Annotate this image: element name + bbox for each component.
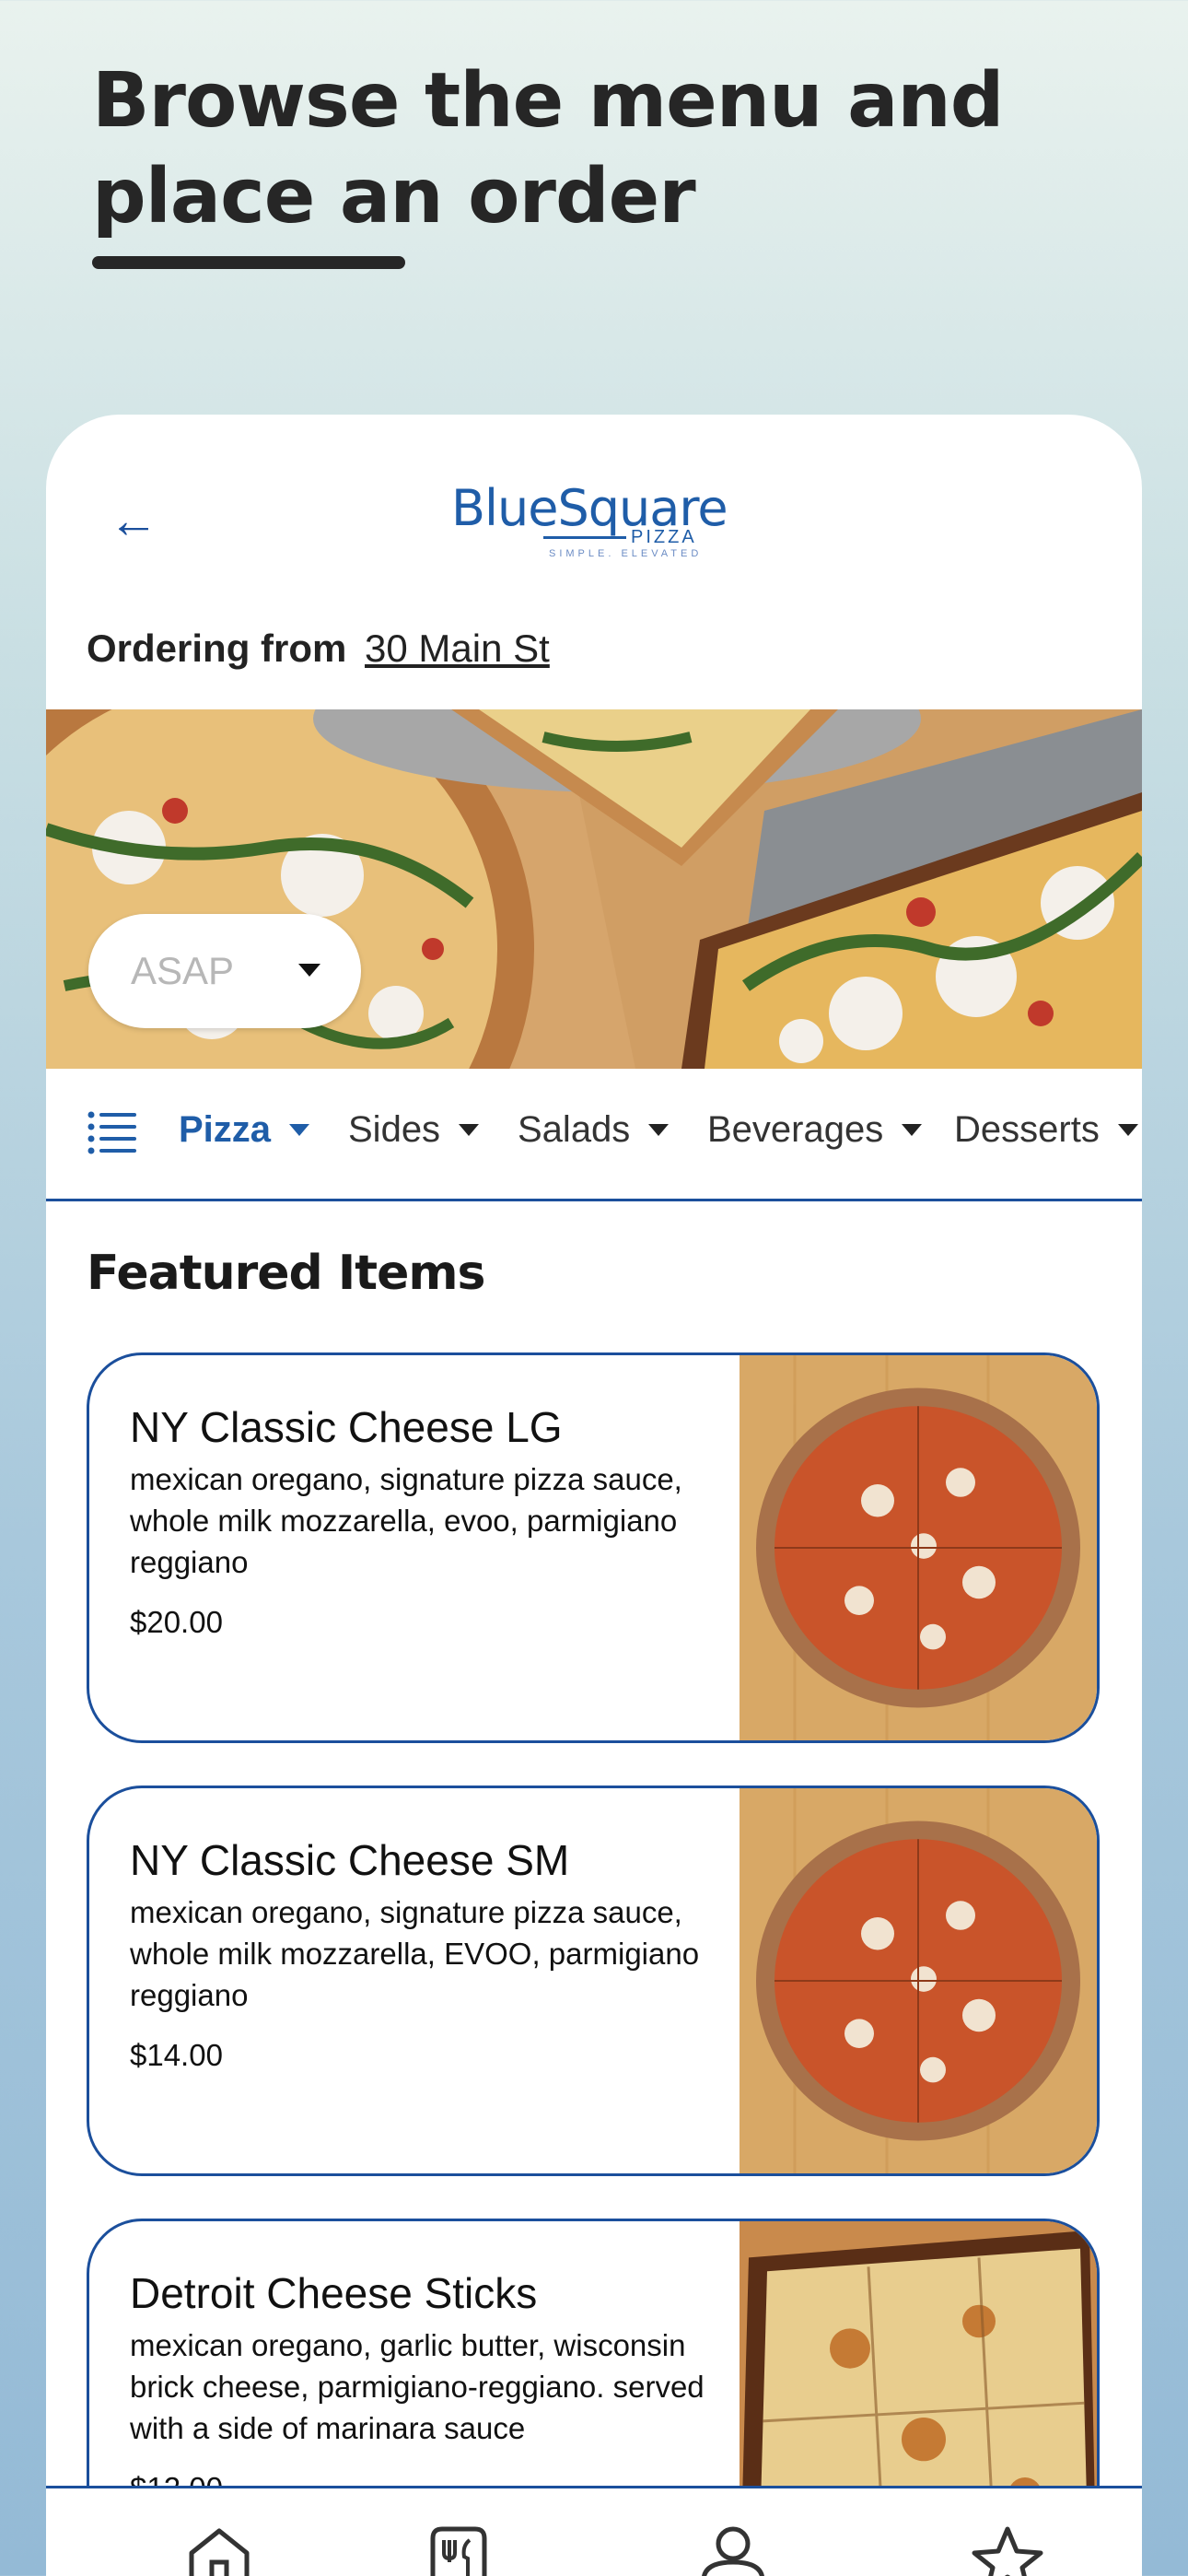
menu-item-photo [740, 1788, 1097, 2173]
bottom-tab-bar [46, 2486, 1142, 2576]
caret-down-icon [902, 1124, 923, 1136]
menu-item-description: mexican oregano, signature pizza sauce, … [130, 1895, 700, 2012]
home-icon[interactable] [182, 2525, 256, 2576]
menu-item-description: mexican oregano, signature pizza sauce, … [130, 1462, 682, 1579]
menu-item-card[interactable]: NY Classic Cheese SM mexican oregano, si… [87, 1786, 1100, 2176]
logo-line [543, 536, 626, 539]
menu-item-name: Detroit Cheese Sticks [130, 2269, 538, 2317]
menu-item-card[interactable]: NY Classic Cheese LG mexican oregano, si… [87, 1352, 1100, 1743]
menu-item-name: NY Classic Cheese SM [130, 1836, 570, 1884]
caret-down-icon [459, 1124, 480, 1136]
menu-item-photo [740, 1355, 1097, 1740]
caret-down-icon [648, 1124, 670, 1136]
category-tab-desserts[interactable]: Desserts [954, 1109, 1138, 1151]
account-icon[interactable] [696, 2525, 770, 2576]
time-select-value: ASAP [131, 949, 235, 992]
featured-title: Featured Items [87, 1246, 485, 1301]
category-tab-sides[interactable]: Sides [348, 1109, 480, 1151]
category-label: Salads [518, 1109, 631, 1150]
ordering-from: Ordering from 30 Main St [87, 626, 550, 671]
back-button[interactable]: ← [101, 488, 166, 553]
category-label: Desserts [954, 1109, 1100, 1150]
category-tab-beverages[interactable]: Beverages [707, 1109, 923, 1151]
category-bar: Pizza Sides Salads Beverages Desserts [46, 1069, 1142, 1201]
caret-down-icon [289, 1124, 310, 1136]
logo-sub: PIZZA [631, 527, 697, 547]
hero-image: ASAP [46, 709, 1142, 1069]
menu-item-price: $14.00 [130, 2038, 223, 2072]
category-label: Sides [348, 1109, 441, 1150]
menu-item-info: NY Classic Cheese LG mexican oregano, si… [130, 1401, 719, 1640]
category-label: Beverages [707, 1109, 884, 1150]
ordering-label: Ordering from [87, 626, 347, 670]
menu-icon[interactable] [422, 2525, 495, 2576]
category-tab-salads[interactable]: Salads [518, 1109, 670, 1151]
brand-logo: BlueSquare PIZZA SIMPLE. ELEVATED [451, 479, 764, 562]
caret-down-icon [1117, 1124, 1138, 1136]
location-link[interactable]: 30 Main St [365, 626, 550, 670]
menu-item-name: NY Classic Cheese LG [130, 1403, 563, 1451]
rewards-icon[interactable] [971, 2525, 1044, 2576]
menu-item-info: NY Classic Cheese SM mexican oregano, si… [130, 1834, 719, 2073]
list-icon[interactable] [87, 1107, 138, 1159]
logo-tagline: SIMPLE. ELEVATED [549, 548, 703, 559]
headline-underline [92, 256, 405, 269]
page-headline: Browse the menu and place an order [92, 57, 1005, 240]
category-label: Pizza [179, 1109, 272, 1150]
arrow-left-icon: ← [109, 493, 158, 548]
app-screen: ← BlueSquare PIZZA SIMPLE. ELEVATED Orde… [46, 415, 1142, 2576]
menu-item-description: mexican oregano, garlic butter, wisconsi… [130, 2328, 705, 2445]
time-select[interactable]: ASAP [88, 914, 361, 1028]
menu-item-info: Detroit Cheese Sticks mexican oregano, g… [130, 2267, 719, 2506]
menu-item-price: $20.00 [130, 1605, 223, 1639]
caret-down-icon [298, 964, 320, 977]
category-tab-pizza[interactable]: Pizza [179, 1109, 310, 1151]
